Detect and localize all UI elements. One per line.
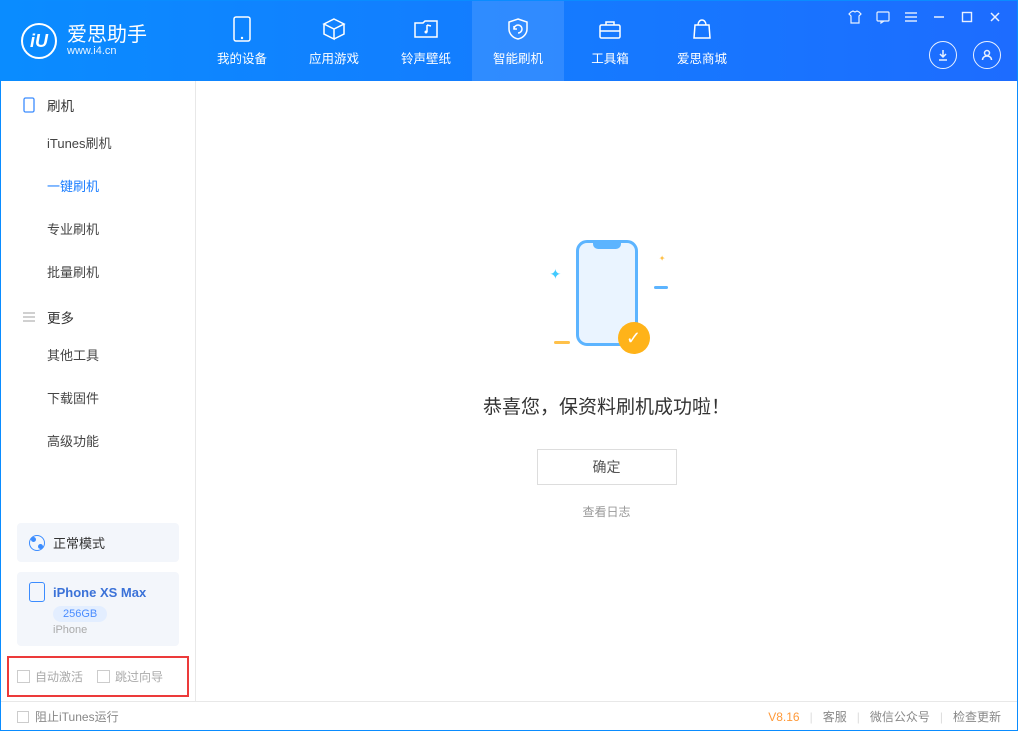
- device-info-box[interactable]: iPhone XS Max 256GB iPhone: [17, 572, 179, 646]
- app-name: 爱思助手: [67, 25, 147, 45]
- app-website: www.i4.cn: [67, 45, 147, 57]
- tab-toolbox[interactable]: 工具箱: [564, 1, 656, 81]
- device-mode-label: 正常模式: [53, 533, 105, 552]
- window-controls: [847, 9, 1003, 25]
- sidebar-item-download-firmware[interactable]: 下载固件: [47, 376, 195, 419]
- decoration-bar: [554, 341, 570, 344]
- sidebar: 刷机 iTunes刷机 一键刷机 专业刷机 批量刷机 更多 其他工具 下载固件 …: [1, 81, 196, 701]
- cube-icon: [321, 16, 347, 42]
- device-name: iPhone XS Max: [53, 585, 146, 600]
- shopping-bag-icon: [689, 16, 715, 42]
- status-bar: 阻止iTunes运行 V8.16 | 客服 | 微信公众号 | 检查更新: [1, 701, 1017, 731]
- checkbox-icon: [17, 670, 30, 683]
- version-label: V8.16: [768, 710, 799, 724]
- tab-ringtones-wallpapers[interactable]: 铃声壁纸: [380, 1, 472, 81]
- view-log-link[interactable]: 查看日志: [582, 503, 630, 520]
- checkbox-icon: [17, 711, 29, 723]
- device-mode-box[interactable]: 正常模式: [17, 523, 179, 562]
- sidebar-item-onekey-flash[interactable]: 一键刷机: [47, 164, 195, 207]
- check-update-link[interactable]: 检查更新: [953, 708, 1001, 725]
- sidebar-group-flash: 刷机: [1, 81, 195, 121]
- toolbox-icon: [597, 16, 623, 42]
- phone-icon: [229, 16, 255, 42]
- checkbox-auto-activate[interactable]: 自动激活: [17, 668, 83, 685]
- decoration-bar: [654, 286, 668, 289]
- download-button[interactable]: [929, 41, 957, 69]
- music-folder-icon: [413, 16, 439, 42]
- bottom-options-box: 自动激活 跳过向导: [7, 656, 189, 697]
- maximize-icon[interactable]: [959, 9, 975, 25]
- tab-my-device[interactable]: 我的设备: [196, 1, 288, 81]
- sidebar-item-advanced[interactable]: 高级功能: [47, 419, 195, 462]
- device-type: iPhone: [53, 624, 167, 636]
- main-content: ✦ ✦ ✓ 恭喜您，保资料刷机成功啦！ 确定 查看日志: [196, 81, 1017, 701]
- account-button[interactable]: [973, 41, 1001, 69]
- list-icon: [21, 309, 37, 325]
- device-capacity: 256GB: [53, 606, 107, 622]
- header-tabs: 我的设备 应用游戏 铃声壁纸 智能刷机 工具箱 爱思商城: [196, 1, 748, 81]
- logo-icon: iU: [21, 23, 57, 59]
- sidebar-item-pro-flash[interactable]: 专业刷机: [47, 207, 195, 250]
- success-illustration: ✦ ✦ ✓: [542, 236, 672, 366]
- checkbox-block-itunes[interactable]: 阻止iTunes运行: [17, 708, 119, 725]
- app-header: iU 爱思助手 www.i4.cn 我的设备 应用游戏 铃声壁纸 智能刷机 工具…: [1, 1, 1017, 81]
- tab-store[interactable]: 爱思商城: [656, 1, 748, 81]
- sparkle-icon: ✦: [659, 254, 666, 263]
- device-icon: [29, 582, 45, 602]
- checkbox-skip-guide[interactable]: 跳过向导: [97, 668, 163, 685]
- tshirt-icon[interactable]: [847, 9, 863, 25]
- ok-button[interactable]: 确定: [537, 449, 677, 485]
- checkmark-badge-icon: ✓: [618, 322, 650, 354]
- refresh-shield-icon: [505, 16, 531, 42]
- sparkle-icon: ✦: [550, 266, 562, 283]
- logo-area: iU 爱思助手 www.i4.cn: [1, 23, 196, 59]
- phone-small-icon: [21, 97, 37, 113]
- header-actions: [929, 41, 1001, 69]
- sidebar-item-itunes-flash[interactable]: iTunes刷机: [47, 121, 195, 164]
- wechat-link[interactable]: 微信公众号: [870, 708, 930, 725]
- mode-icon: [29, 535, 45, 551]
- success-message: 恭喜您，保资料刷机成功啦！: [483, 392, 730, 419]
- menu-icon[interactable]: [903, 9, 919, 25]
- body-area: 刷机 iTunes刷机 一键刷机 专业刷机 批量刷机 更多 其他工具 下载固件 …: [1, 81, 1017, 701]
- sidebar-item-other-tools[interactable]: 其他工具: [47, 333, 195, 376]
- feedback-icon[interactable]: [875, 9, 891, 25]
- minimize-icon[interactable]: [931, 9, 947, 25]
- close-icon[interactable]: [987, 9, 1003, 25]
- tab-smart-flash[interactable]: 智能刷机: [472, 1, 564, 81]
- sidebar-group-more: 更多: [1, 293, 195, 333]
- tab-apps-games[interactable]: 应用游戏: [288, 1, 380, 81]
- customer-service-link[interactable]: 客服: [823, 708, 847, 725]
- checkbox-icon: [97, 670, 110, 683]
- sidebar-item-batch-flash[interactable]: 批量刷机: [47, 250, 195, 293]
